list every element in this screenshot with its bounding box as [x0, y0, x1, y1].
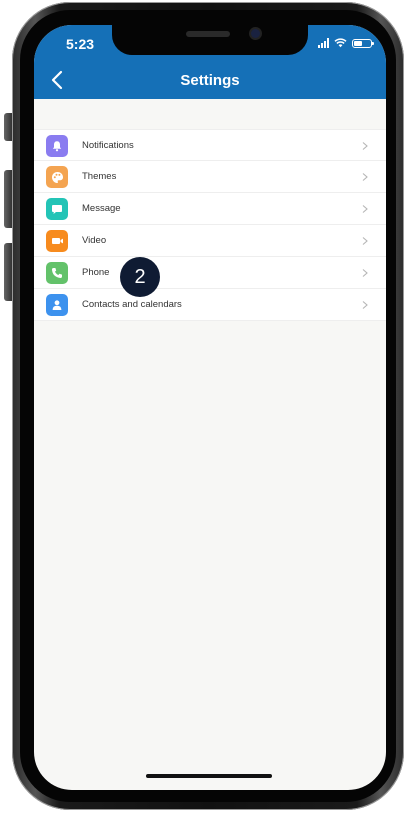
volume-up-button	[4, 170, 12, 228]
mute-switch	[4, 113, 12, 141]
settings-item-label: Notifications	[82, 139, 134, 151]
settings-item-notifications[interactable]: Notifications	[34, 129, 386, 161]
settings-item-contacts[interactable]: Contacts and calendars	[34, 289, 386, 321]
chevron-right-icon	[362, 205, 368, 213]
settings-item-label: Video	[82, 235, 107, 246]
message-icon	[46, 198, 68, 220]
contact-icon	[46, 294, 68, 316]
step-number-badge: 2	[120, 257, 160, 297]
chevron-right-icon	[362, 142, 368, 150]
settings-item-label: Phone	[82, 267, 110, 278]
settings-item-video[interactable]: Video	[34, 225, 386, 257]
settings-item-phone[interactable]: Phone	[34, 257, 386, 289]
chevron-right-icon	[362, 173, 368, 181]
app-header: 5:23 Settings	[34, 25, 386, 99]
signal-icon	[318, 38, 329, 48]
notch	[112, 25, 308, 55]
settings-item-themes[interactable]: Themes	[34, 161, 386, 193]
settings-item-label: Themes	[82, 171, 117, 182]
wifi-icon	[334, 38, 347, 48]
chevron-right-icon	[362, 237, 368, 245]
phone-icon	[46, 262, 68, 284]
status-icons	[318, 38, 374, 48]
settings-list: Notifications Themes Message Video Phone…	[34, 129, 386, 321]
volume-down-button	[4, 243, 12, 301]
bell-icon	[46, 135, 68, 157]
chevron-right-icon	[362, 269, 368, 277]
video-camera-icon	[46, 230, 68, 252]
settings-item-label: Message	[82, 203, 121, 214]
page-title: Settings	[180, 72, 240, 89]
palette-icon	[46, 166, 68, 188]
settings-item-message[interactable]: Message	[34, 193, 386, 225]
speaker	[186, 31, 230, 37]
settings-item-label: Contacts and calendars	[82, 299, 182, 310]
chevron-right-icon	[362, 301, 368, 309]
front-camera	[251, 29, 260, 38]
battery-icon	[352, 38, 374, 48]
status-time: 5:23	[66, 36, 95, 52]
home-indicator[interactable]	[146, 774, 272, 778]
phone-screen: 5:23 Settings Notifications Themes Messa…	[34, 25, 386, 790]
